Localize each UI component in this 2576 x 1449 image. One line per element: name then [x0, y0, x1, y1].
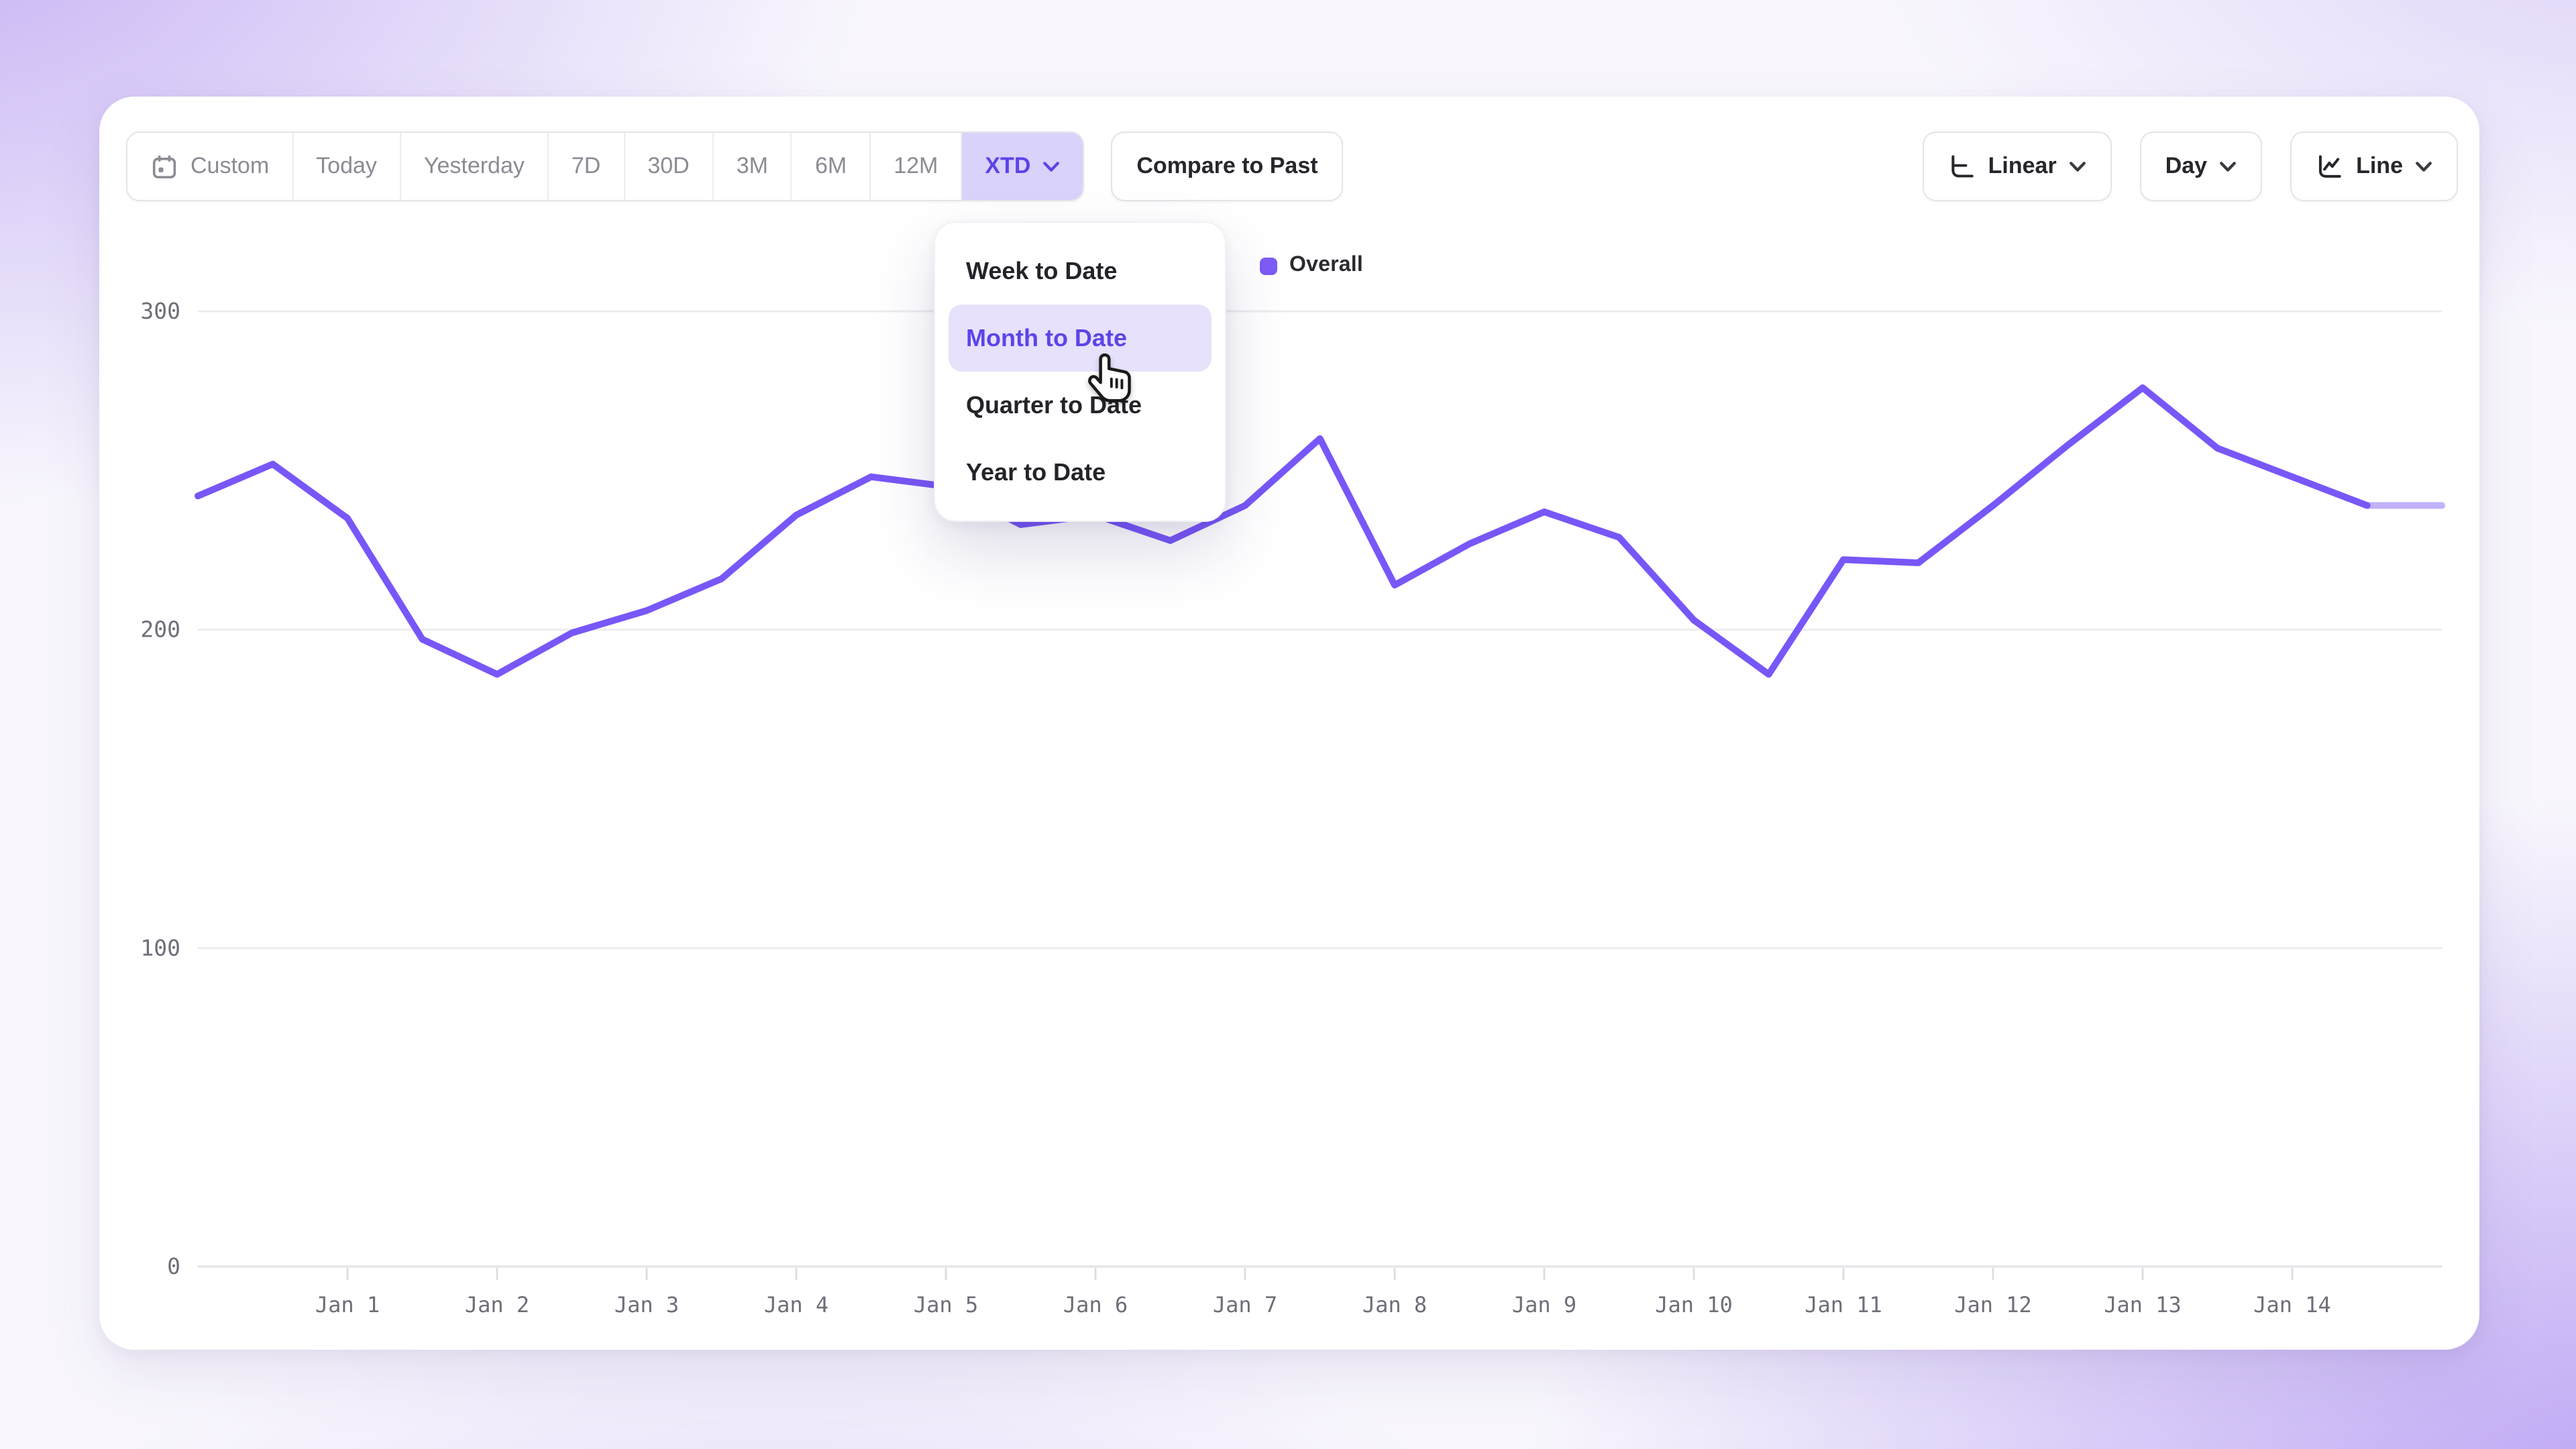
series-line-overall	[198, 388, 2367, 674]
xtd-dropdown-menu: Week to Date Month to Date Quarter to Da…	[934, 221, 1226, 522]
svg-text:Jan 12: Jan 12	[1954, 1292, 2032, 1318]
chart-card: Custom Today Yesterday 7D 30D 3M 6M 12M …	[99, 97, 2479, 1350]
svg-text:Jan 3: Jan 3	[614, 1292, 679, 1318]
line-chart[interactable]: 0 100 200 300 Jan 1 Jan 2 Jan 3 Jan 4 Jan 5 Jan 6…	[99, 97, 2479, 1347]
hand-pointer-cursor	[1088, 352, 1136, 408]
svg-text:Jan 11: Jan 11	[1805, 1292, 1882, 1318]
svg-text:Jan 7: Jan 7	[1213, 1292, 1277, 1318]
svg-text:Jan 10: Jan 10	[1655, 1292, 1733, 1318]
svg-text:Jan 9: Jan 9	[1512, 1292, 1576, 1318]
svg-text:100: 100	[140, 934, 180, 961]
menu-item-week-to-date[interactable]: Week to Date	[949, 237, 1212, 305]
gridlines	[198, 311, 2442, 1267]
svg-text:Jan 1: Jan 1	[315, 1292, 380, 1318]
svg-text:Jan 8: Jan 8	[1362, 1292, 1427, 1318]
menu-item-year-to-date[interactable]: Year to Date	[949, 439, 1212, 506]
svg-text:Jan 6: Jan 6	[1063, 1292, 1128, 1318]
x-axis-labels: Jan 1 Jan 2 Jan 3 Jan 4 Jan 5 Jan 6 Jan 7 Jan 8…	[315, 1268, 2331, 1318]
svg-text:Jan 2: Jan 2	[465, 1292, 529, 1318]
menu-item-label: Year to Date	[966, 458, 1106, 486]
menu-item-quarter-to-date[interactable]: Quarter to Date	[949, 372, 1212, 439]
svg-text:Jan 14: Jan 14	[2253, 1292, 2331, 1318]
menu-item-month-to-date[interactable]: Month to Date	[949, 305, 1212, 372]
svg-text:300: 300	[140, 298, 180, 324]
y-axis-labels: 0 100 200 300	[140, 298, 180, 1279]
svg-text:Jan 4: Jan 4	[764, 1292, 828, 1318]
menu-item-label: Week to Date	[966, 257, 1117, 285]
page-background: Custom Today Yesterday 7D 30D 3M 6M 12M …	[0, 0, 2576, 1449]
svg-text:Jan 5: Jan 5	[914, 1292, 978, 1318]
menu-item-label: Month to Date	[966, 324, 1127, 352]
svg-text:200: 200	[140, 616, 180, 643]
svg-text:0: 0	[167, 1253, 180, 1279]
svg-text:Jan 13: Jan 13	[2104, 1292, 2182, 1318]
